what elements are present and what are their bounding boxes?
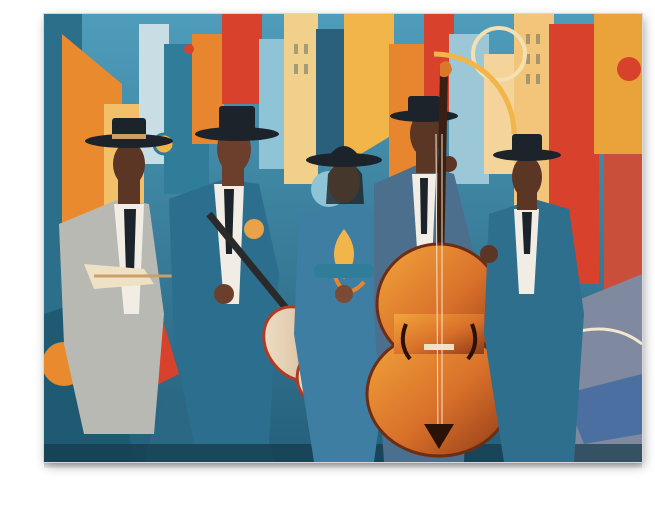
jazz-band-painting <box>44 14 642 462</box>
canvas-print <box>44 14 642 462</box>
canvas-edge-shadow <box>44 462 642 468</box>
product-image <box>0 0 655 507</box>
